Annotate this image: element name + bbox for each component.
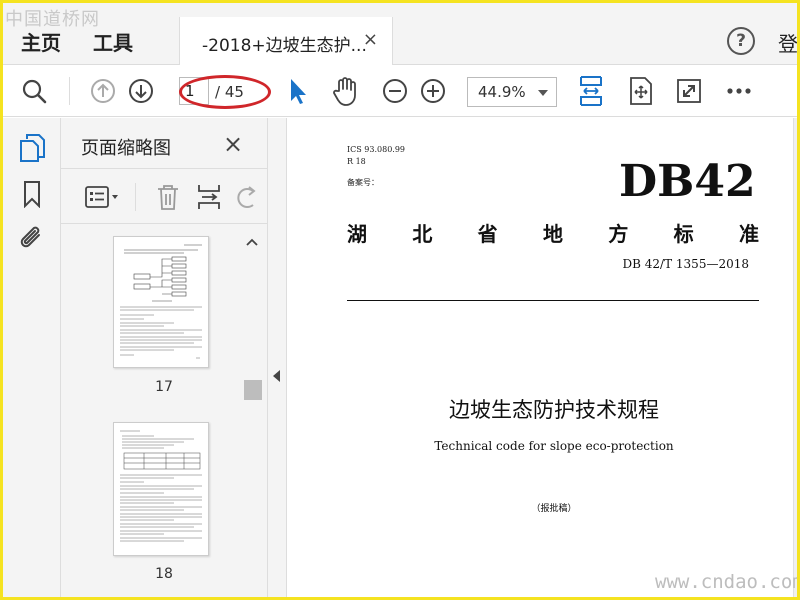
zoom-level-select[interactable]: 44.9% [467,77,557,107]
category-char: 准 [738,222,759,246]
previous-page-icon[interactable] [89,65,117,117]
next-page-icon[interactable] [127,65,155,117]
tab-close-icon[interactable]: × [363,29,378,50]
category-char: 地 [542,222,563,246]
insert-page-icon[interactable] [195,181,223,213]
attachment-icon[interactable] [17,222,47,254]
menu-tools[interactable]: 工具 [93,27,133,56]
category-char: 省 [477,222,498,246]
page-highlight-ellipse [179,75,271,109]
hand-tool-icon[interactable] [329,65,363,117]
document-subtitle: Technical code for slope eco-protection [434,439,674,453]
thumbnails-panel-title: 页面缩略图 [81,138,171,159]
more-options-icon[interactable] [725,65,753,117]
help-icon[interactable]: ? [727,27,755,55]
standard-code: DB42 [619,156,756,207]
page-thumbnail-18[interactable] [113,422,209,556]
left-rail [3,118,61,597]
document-title: 边坡生态防护技术规程 [449,398,659,422]
fullscreen-icon[interactable] [675,65,703,117]
panel-divider[interactable] [267,118,287,597]
fit-page-icon[interactable] [577,65,605,117]
divider-rule [347,300,759,301]
document-tab[interactable]: -2018+边坡生态护... × [179,17,393,65]
select-pointer-icon[interactable] [285,65,311,117]
category-char: 标 [673,222,694,246]
category-char: 方 [608,222,629,246]
page-thumbnails-icon[interactable] [17,132,47,164]
zoom-in-icon[interactable] [419,65,447,117]
ics-code: ICS 93.080.99 [347,145,406,154]
classification-code: R 18 [347,157,366,166]
document-page: ICS 93.080.99 R 18 备案号： DB42 湖 北 省 地 方 标… [287,118,797,597]
category-char: 北 [412,222,433,246]
search-icon[interactable] [19,65,49,117]
zoom-out-icon[interactable] [381,65,409,117]
thumbnails-toolbar-separator [135,183,136,211]
document-tab-title: -2018+边坡生态护... [202,36,367,56]
collapse-panel-icon[interactable] [273,370,280,382]
thumbnail-options-icon[interactable] [83,181,123,213]
scroll-mode-icon[interactable] [627,65,655,117]
chevron-down-icon [538,90,548,96]
thumbnails-toolbar [61,168,267,224]
toolbar-separator [69,77,70,105]
scroll-up-icon[interactable] [245,236,259,250]
page-thumbnail-17[interactable] [113,236,209,368]
app-window: 中国道桥网 主页 工具 -2018+边坡生态护... × ? 登 / 45 [0,0,800,600]
record-number-label: 备案号： [347,178,379,187]
category-char: 湖 [347,222,367,246]
delete-page-icon[interactable] [153,181,183,213]
bookmark-icon[interactable] [17,178,47,210]
scrollbar-thumb[interactable] [244,380,262,400]
standard-category: 湖 北 省 地 方 标 准 [347,218,759,247]
menu-home[interactable]: 主页 [21,27,61,56]
thumbnails-scrollbar[interactable] [242,234,262,597]
draft-status: （报批稿） [531,504,577,514]
thumbnail-page-number: 18 [155,566,173,582]
document-viewport: ICS 93.080.99 R 18 备案号： DB42 湖 北 省 地 方 标… [287,118,797,597]
close-panel-icon[interactable]: × [223,130,243,158]
menu-bar: 中国道桥网 主页 工具 -2018+边坡生态护... × ? 登 [3,3,797,65]
watermark-bottom: www.cndao.com [655,571,800,593]
login-button[interactable]: 登 [778,28,797,57]
standard-number: DB 42/T 1355—2018 [622,257,749,271]
rotate-page-icon[interactable] [233,181,259,213]
toolbar: / 45 44.9% [3,65,797,117]
zoom-level-value: 44.9% [478,83,526,101]
thumbnails-panel: 页面缩略图 × 17 18 [61,118,267,597]
document-scrollbar[interactable] [793,118,797,597]
thumbnail-page-number: 17 [155,379,173,395]
